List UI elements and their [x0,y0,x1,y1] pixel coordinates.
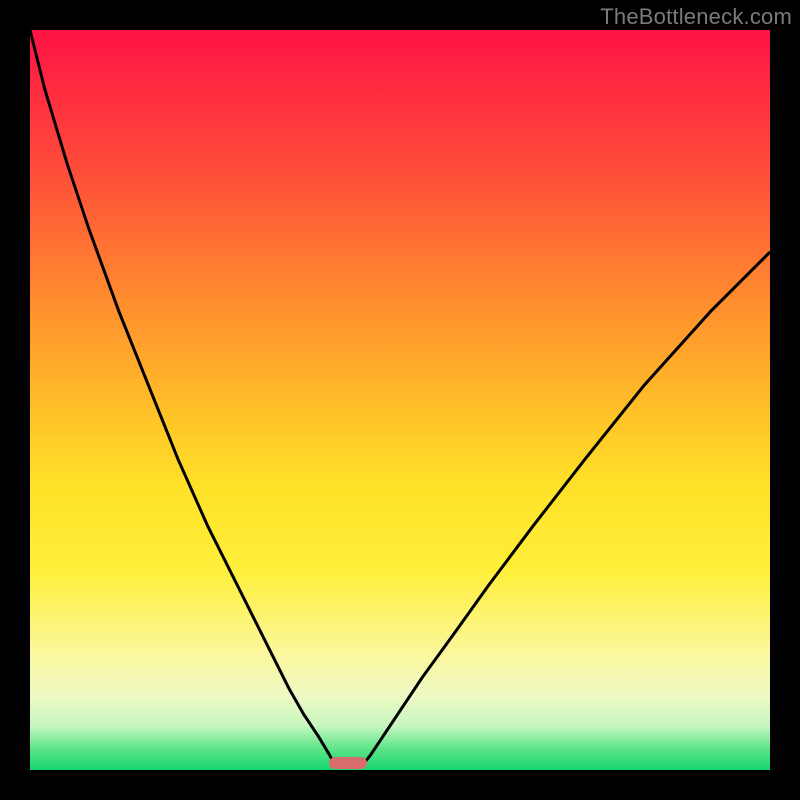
watermark-text: TheBottleneck.com [600,4,792,30]
minimum-marker [329,757,367,769]
curve-right-branch [362,252,770,766]
bottleneck-curve [30,30,770,770]
curve-left-branch [30,30,336,766]
plot-area [30,30,770,770]
chart-frame: TheBottleneck.com [0,0,800,800]
